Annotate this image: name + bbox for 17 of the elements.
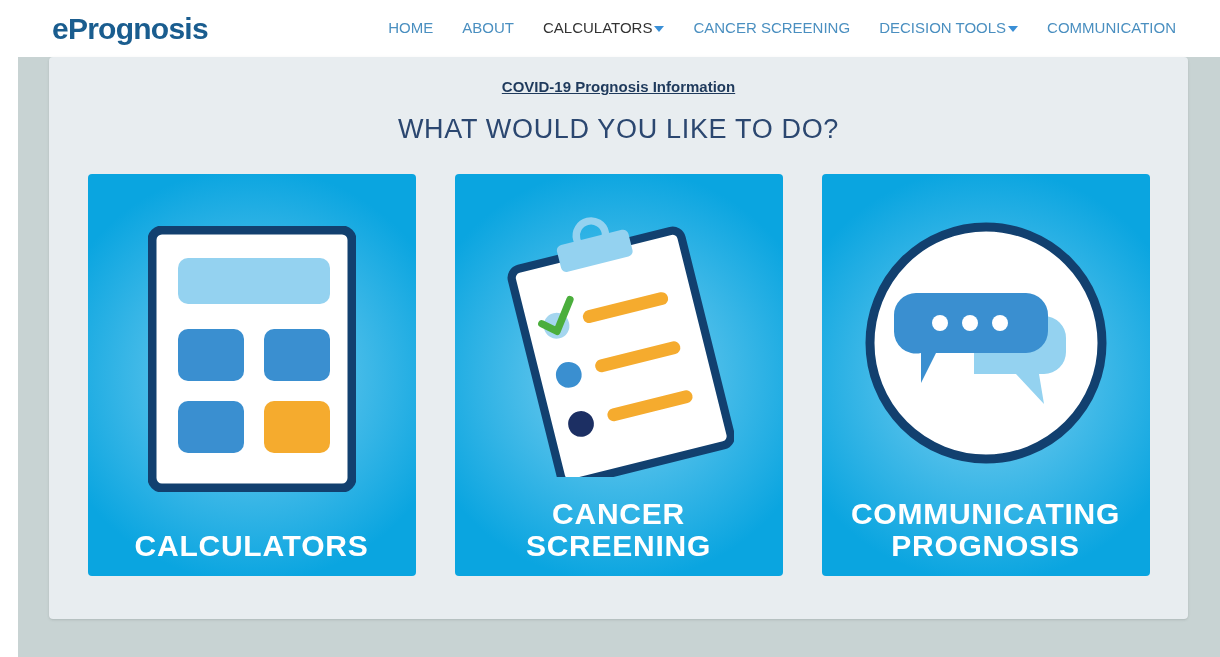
- logo[interactable]: ePrognosis: [52, 6, 208, 51]
- nav-link[interactable]: DECISION TOOLS: [879, 17, 1019, 40]
- option-card[interactable]: COMMUNICATING PROGNOSIS: [821, 174, 1150, 576]
- option-card[interactable]: CANCER SCREENING: [454, 174, 783, 576]
- card-label: CANCER SCREENING: [525, 498, 712, 562]
- nav-link[interactable]: CALCULATORS: [542, 17, 665, 40]
- calculator-icon: [147, 226, 356, 492]
- nav-link[interactable]: CANCER SCREENING: [693, 17, 851, 40]
- nav-link[interactable]: ABOUT: [462, 17, 514, 40]
- nav-link[interactable]: COMMUNICATION: [1047, 17, 1176, 40]
- nav-link[interactable]: HOME: [388, 17, 434, 40]
- page-heading: WHAT WOULD YOU LIKE TO DO?: [397, 112, 840, 146]
- covid-info-link[interactable]: COVID-19 Prognosis Information: [501, 76, 736, 99]
- speech-bubbles-icon: [863, 221, 1108, 465]
- option-card[interactable]: CALCULATORS: [87, 174, 416, 576]
- card-label: CALCULATORS: [134, 530, 369, 562]
- card-label: COMMUNICATING PROGNOSIS: [850, 498, 1121, 562]
